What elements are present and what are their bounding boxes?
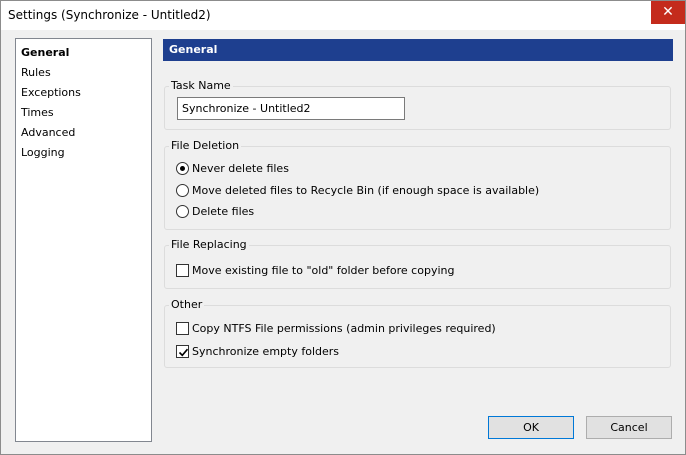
- window-title: Settings (Synchronize - Untitled2): [8, 8, 211, 22]
- delete-files-option[interactable]: Delete files: [176, 203, 254, 219]
- cancel-button[interactable]: Cancel: [586, 416, 672, 439]
- nav-item-exceptions[interactable]: Exceptions: [16, 83, 151, 103]
- sync-empty-folders-option[interactable]: Synchronize empty folders: [176, 343, 339, 359]
- move-old-folder-checkbox[interactable]: [176, 263, 189, 277]
- close-icon: ✕: [662, 4, 674, 20]
- move-old-folder-label: Move existing file to "old" folder befor…: [192, 263, 455, 277]
- checkmark-icon: [178, 348, 189, 356]
- ok-button[interactable]: OK: [488, 416, 574, 439]
- close-button[interactable]: ✕: [651, 1, 685, 24]
- nav-item-rules[interactable]: Rules: [16, 63, 151, 83]
- file-deletion-group: File Deletion Never delete files Move de…: [164, 139, 671, 230]
- file-replacing-group-label: File Replacing: [169, 238, 249, 252]
- copy-ntfs-checkbox[interactable]: [176, 321, 189, 335]
- other-group-label: Other: [169, 298, 205, 312]
- nav-item-advanced[interactable]: Advanced: [16, 123, 151, 143]
- settings-nav-list: General Rules Exceptions Times Advanced …: [15, 38, 152, 442]
- section-header: General: [163, 39, 673, 61]
- file-replacing-group: File Replacing Move existing file to "ol…: [164, 238, 671, 289]
- settings-window: Settings (Synchronize - Untitled2) ✕ Gen…: [0, 0, 686, 455]
- never-delete-radio[interactable]: [176, 161, 189, 175]
- task-name-group: Task Name Synchronize - Untitled2: [164, 79, 671, 130]
- sync-empty-folders-checkbox[interactable]: [176, 344, 189, 358]
- title-bar: Settings (Synchronize - Untitled2) ✕: [1, 1, 685, 30]
- delete-files-label: Delete files: [192, 204, 255, 218]
- delete-files-radio[interactable]: [176, 204, 189, 218]
- recycle-bin-radio[interactable]: [176, 183, 189, 197]
- file-deletion-group-label: File Deletion: [169, 139, 242, 153]
- move-old-folder-option[interactable]: Move existing file to "old" folder befor…: [176, 262, 454, 278]
- copy-ntfs-option[interactable]: Copy NTFS File permissions (admin privil…: [176, 320, 496, 336]
- nav-item-times[interactable]: Times: [16, 103, 151, 123]
- other-group: Other Copy NTFS File permissions (admin …: [164, 298, 671, 368]
- nav-item-general[interactable]: General: [16, 43, 151, 63]
- recycle-bin-label: Move deleted files to Recycle Bin (if en…: [192, 183, 540, 197]
- never-delete-label: Never delete files: [192, 161, 289, 175]
- nav-item-logging[interactable]: Logging: [16, 143, 151, 163]
- recycle-bin-option[interactable]: Move deleted files to Recycle Bin (if en…: [176, 182, 539, 198]
- task-name-input[interactable]: Synchronize - Untitled2: [177, 97, 405, 120]
- copy-ntfs-label: Copy NTFS File permissions (admin privil…: [192, 321, 496, 335]
- sync-empty-folders-label: Synchronize empty folders: [192, 344, 340, 358]
- never-delete-option[interactable]: Never delete files: [176, 160, 289, 176]
- task-name-group-label: Task Name: [169, 79, 233, 93]
